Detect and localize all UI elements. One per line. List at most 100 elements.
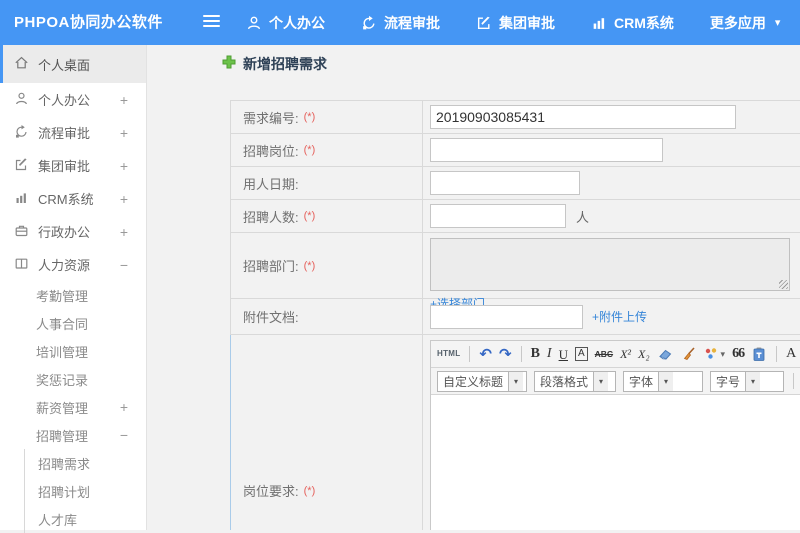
blockquote-button[interactable]: 66: [732, 347, 744, 361]
sidebar-item-salary[interactable]: 薪资管理 +: [0, 393, 146, 421]
font-size-select[interactable]: 字号 ▾: [710, 371, 784, 392]
form-row-department: 招聘部门: (*) +选择部门: [230, 233, 800, 299]
headcount-input[interactable]: [430, 204, 566, 228]
form-row-job-requirements: 岗位要求: (*) HTML ↶ ↷ B I U A ABC: [230, 335, 800, 530]
color-palette-icon[interactable]: ▾: [703, 346, 726, 362]
subscript-button[interactable]: X₂: [638, 348, 650, 360]
caret-down-icon: ▾: [593, 372, 608, 391]
sidebar-item-crm-system[interactable]: CRM系统 +: [0, 182, 146, 215]
expand-plus-icon[interactable]: +: [120, 191, 128, 207]
font-color-button[interactable]: A▾: [786, 347, 800, 361]
field-label: 招聘部门: (*): [231, 233, 423, 298]
topnav-group-approval[interactable]: 集团审批: [476, 13, 555, 33]
field-label: 用人日期:: [231, 167, 423, 199]
sidebar-item-talent-pool[interactable]: 人才库: [25, 505, 146, 533]
caret-down-icon: ▾: [745, 372, 760, 391]
top-navigation: 个人办公 流程审批 集团审批 CRM系统 更多应用 ▾: [246, 0, 780, 45]
menu-toggle-icon[interactable]: [203, 15, 220, 30]
paragraph-format-select[interactable]: 段落格式 ▾: [534, 371, 616, 392]
sidebar-item-admin-office[interactable]: 行政办公 +: [0, 215, 146, 248]
paste-text-icon[interactable]: [751, 346, 767, 362]
bar-chart-icon: [591, 15, 607, 31]
position-input[interactable]: [430, 138, 663, 162]
sidebar: 个人桌面 个人办公 + 流程审批 + 集团审批 + CRM系统 + 行政办公 +…: [0, 45, 147, 530]
eraser-icon[interactable]: [657, 346, 673, 362]
html-source-button[interactable]: HTML: [437, 350, 460, 358]
sidebar-item-personal-desktop[interactable]: 个人桌面: [0, 45, 146, 83]
department-textarea[interactable]: [430, 238, 790, 291]
sidebar-item-group-approval[interactable]: 集团审批 +: [0, 149, 146, 182]
font-family-select[interactable]: 字体 ▾: [623, 371, 703, 392]
sidebar-item-personal-office[interactable]: 个人办公 +: [0, 83, 146, 116]
workflow-icon: [361, 15, 377, 31]
underline-button[interactable]: U: [559, 348, 568, 361]
bold-button[interactable]: B: [531, 347, 540, 361]
sidebar-recruitment-submenu: 招聘需求 招聘计划 人才库: [24, 449, 146, 533]
required-marker: (*): [304, 111, 316, 123]
rich-text-editor: HTML ↶ ↷ B I U A ABC X² X₂ ▾: [430, 340, 800, 530]
topnav-more-apps[interactable]: 更多应用 ▾: [710, 13, 781, 33]
expand-plus-icon[interactable]: +: [120, 158, 128, 174]
main-content: 新增招聘需求 需求编号: (*) 招聘岗位: (*) 用人日期:: [148, 45, 800, 530]
field-label: 岗位要求: (*): [231, 335, 423, 530]
expand-plus-icon[interactable]: +: [120, 125, 128, 141]
topnav-workflow-approval[interactable]: 流程审批: [361, 13, 440, 33]
required-marker: (*): [304, 485, 316, 497]
redo-icon[interactable]: ↷: [499, 347, 512, 362]
attachment-input[interactable]: [430, 305, 583, 329]
form-row-attachment: 附件文档: +附件上传: [230, 299, 800, 335]
required-marker: (*): [304, 144, 316, 156]
sidebar-item-attendance[interactable]: 考勤管理: [0, 281, 146, 309]
field-label: 附件文档:: [231, 299, 423, 334]
field-label: 需求编号: (*): [231, 101, 423, 133]
sidebar-item-recruitment-request[interactable]: 招聘需求: [25, 449, 146, 477]
hire-date-input[interactable]: [430, 171, 580, 195]
char-border-button[interactable]: A: [575, 347, 588, 361]
caret-down-icon: ▾: [721, 350, 726, 359]
caret-down-icon: ▾: [508, 372, 523, 391]
form-row-headcount: 招聘人数: (*) 人: [230, 200, 800, 233]
request-number-input[interactable]: [430, 105, 736, 129]
sidebar-item-workflow-approval[interactable]: 流程审批 +: [0, 116, 146, 149]
toolbar-separator: [793, 373, 794, 389]
edit-square-icon: [14, 157, 38, 175]
page-title: 新增招聘需求: [222, 54, 327, 74]
expand-plus-icon[interactable]: +: [120, 224, 128, 240]
topbar: PHPOA协同办公软件 个人办公 流程审批 集团审批 CRM系统 更多应用 ▾: [0, 0, 800, 45]
sidebar-item-personnel-contract[interactable]: 人事合同: [0, 309, 146, 337]
upload-attachment-link[interactable]: +附件上传: [592, 308, 647, 325]
expand-plus-icon[interactable]: +: [120, 92, 128, 108]
caret-down-icon: ▾: [658, 372, 673, 391]
toolbar-separator: [521, 346, 522, 362]
editor-content-area[interactable]: [431, 395, 800, 530]
collapse-minus-icon[interactable]: −: [120, 257, 128, 273]
superscript-button[interactable]: X²: [620, 348, 631, 360]
expand-plus-icon[interactable]: +: [120, 399, 128, 415]
caret-down-icon: ▾: [775, 16, 781, 29]
workflow-icon: [14, 124, 38, 142]
add-icon: [222, 55, 236, 74]
bar-chart-icon: [14, 190, 38, 208]
sidebar-item-recruitment-plan[interactable]: 招聘计划: [25, 477, 146, 505]
strikethrough-button[interactable]: ABC: [595, 350, 613, 359]
user-icon: [14, 91, 38, 109]
sidebar-item-training[interactable]: 培训管理: [0, 337, 146, 365]
custom-heading-select[interactable]: 自定义标题 ▾: [437, 371, 527, 392]
briefcase-icon: [14, 223, 38, 241]
form-row-request-number: 需求编号: (*): [230, 101, 800, 134]
field-label: 招聘人数: (*): [231, 200, 423, 232]
undo-icon[interactable]: ↶: [479, 347, 492, 362]
italic-button[interactable]: I: [547, 347, 552, 361]
collapse-minus-icon[interactable]: −: [120, 427, 128, 443]
editor-toolbar-row2: 自定义标题 ▾ 段落格式 ▾ 字体 ▾ 字号 ▾: [431, 368, 800, 395]
topnav-personal-office[interactable]: 个人办公: [246, 13, 325, 33]
topnav-crm-system[interactable]: CRM系统: [591, 13, 674, 33]
editor-toolbar-row1: HTML ↶ ↷ B I U A ABC X² X₂ ▾: [431, 341, 800, 368]
toolbar-separator: [469, 346, 470, 362]
sidebar-item-human-resources[interactable]: 人力资源 −: [0, 248, 146, 281]
format-brush-icon[interactable]: [680, 346, 696, 362]
sidebar-item-rewards-punishments[interactable]: 奖惩记录: [0, 365, 146, 393]
sidebar-item-recruitment[interactable]: 招聘管理 −: [0, 421, 146, 449]
home-icon: [14, 55, 38, 73]
form-row-position: 招聘岗位: (*): [230, 134, 800, 167]
